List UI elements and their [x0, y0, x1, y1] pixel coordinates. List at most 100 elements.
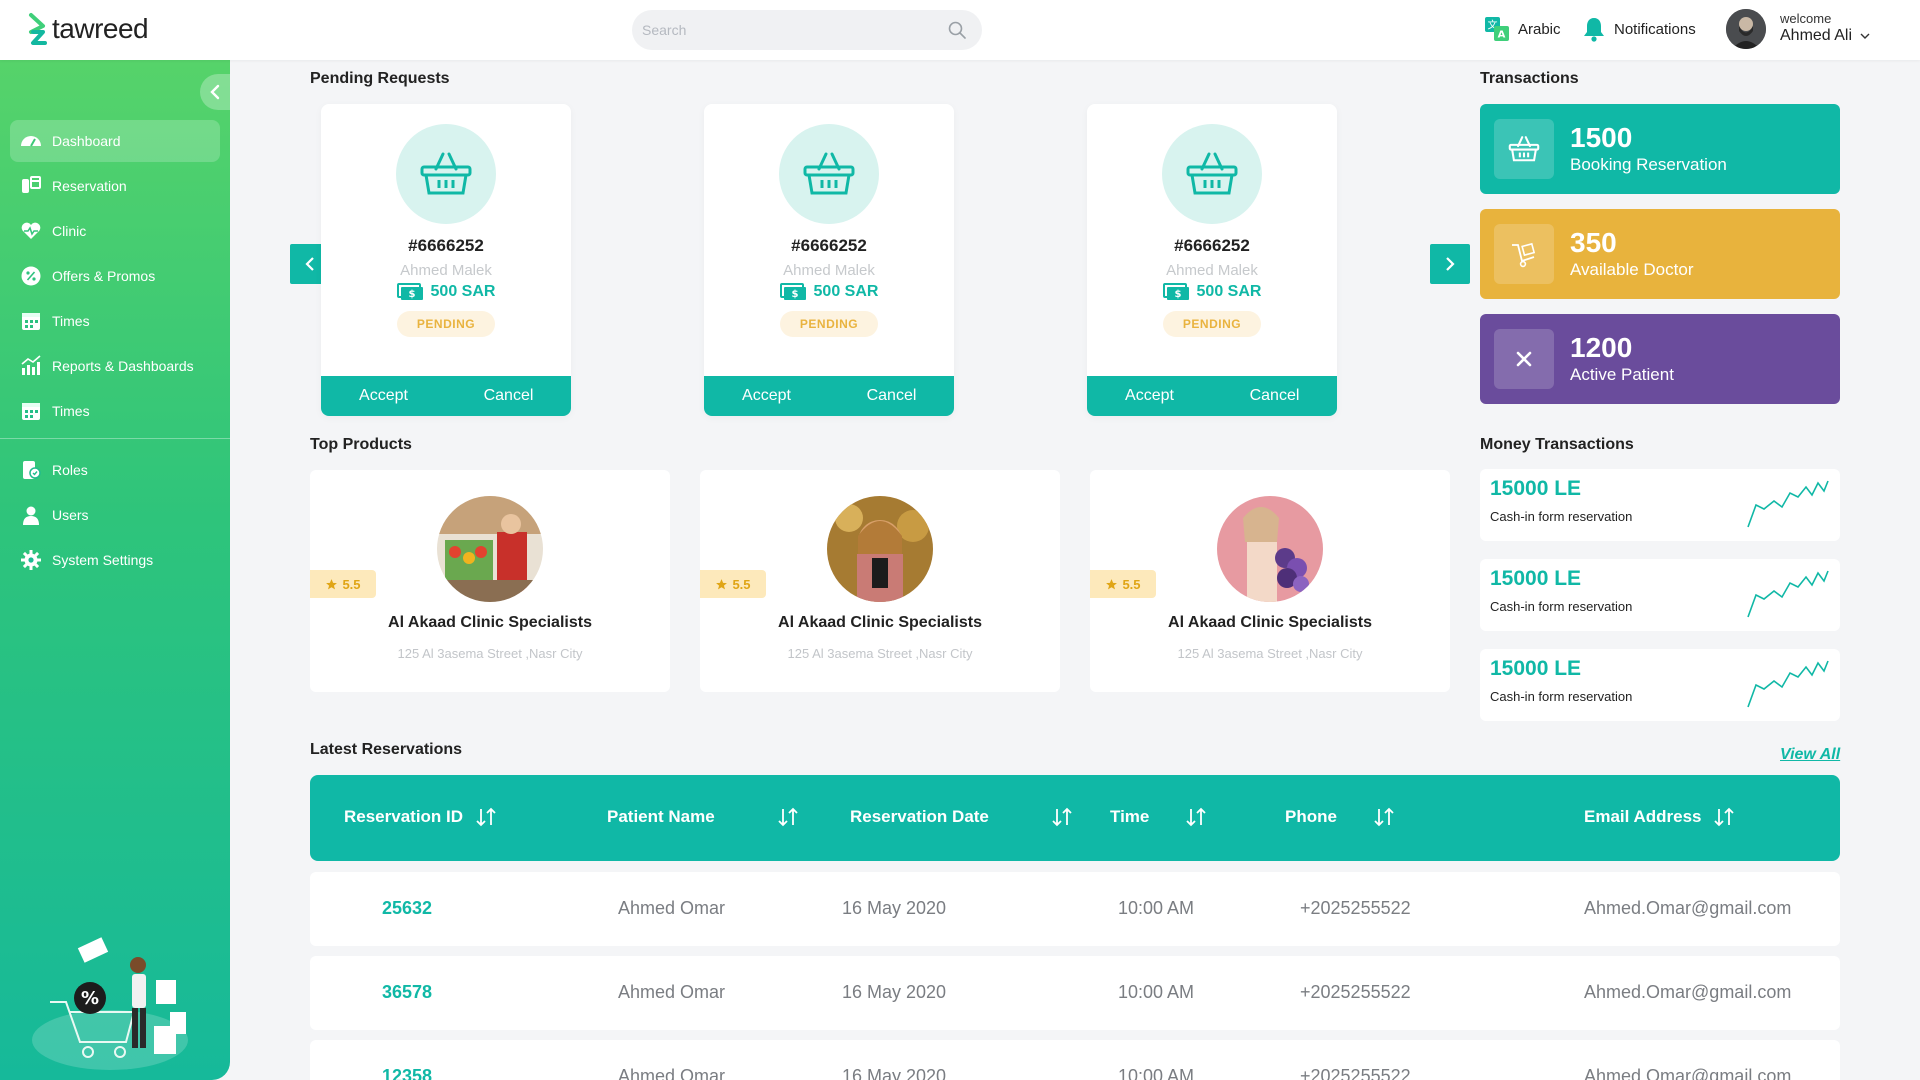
user-name: Ahmed Ali: [1780, 27, 1853, 45]
sidebar-collapse-button[interactable]: [200, 74, 230, 110]
accept-button[interactable]: Accept: [704, 376, 829, 416]
money-transaction-card[interactable]: 15000 LE Cash-in form reservation: [1480, 649, 1840, 721]
column-header-reservation-date[interactable]: Reservation Date: [850, 807, 1073, 827]
logo[interactable]: tawreed: [28, 12, 149, 46]
sidebar-item-label: Clinic: [52, 223, 87, 239]
roles-icon: [23, 461, 41, 479]
product-image: [827, 496, 933, 602]
product-address: 125 Al 3asema Street ,Nasr City: [787, 646, 973, 661]
column-header-phone[interactable]: Phone: [1285, 807, 1395, 827]
dashboard-icon: [21, 136, 41, 147]
accept-button[interactable]: Accept: [1087, 376, 1212, 416]
table-row[interactable]: 25632 Ahmed Omar 16 May 2020 10:00 AM +2…: [310, 872, 1840, 946]
pending-next-button[interactable]: [1430, 244, 1470, 284]
product-card[interactable]: 5.5 Al Akaad Clinic Specialists 125 Al 3…: [1090, 470, 1450, 692]
patient-name-cell: Ahmed Omar: [618, 898, 726, 918]
money-value: 15000 LE: [1490, 567, 1582, 590]
sidebar-item-label: Times: [52, 313, 90, 329]
column-header-reservation-id[interactable]: Reservation ID: [344, 807, 497, 827]
transaction-label: Active Patient: [1570, 365, 1674, 385]
logo-text: tawreed: [52, 13, 149, 44]
sidebar-item-clinic[interactable]: Clinic: [10, 210, 220, 252]
sort-icon: [1186, 807, 1207, 827]
sort-icon: [1714, 807, 1735, 827]
sidebar-item-offers[interactable]: Offers & Promos: [10, 255, 220, 297]
svg-text:$: $: [791, 289, 798, 300]
heart-pulse-icon: [21, 222, 41, 239]
request-id: #6666252: [1174, 236, 1250, 255]
sidebar-divider: [0, 438, 230, 439]
language-switch[interactable]: 文 A Arabic: [1484, 16, 1561, 42]
status-badge: PENDING: [1162, 311, 1262, 337]
product-name: Al Akaad Clinic Specialists: [778, 614, 982, 631]
notifications-button[interactable]: Notifications: [1582, 16, 1696, 42]
request-id: #6666252: [408, 236, 484, 255]
sidebar-item-reservation[interactable]: Reservation: [10, 165, 220, 207]
sidebar-item-label: Offers & Promos: [52, 268, 156, 284]
money-label: Cash-in form reservation: [1490, 689, 1633, 704]
money-label: Cash-in form reservation: [1490, 509, 1633, 524]
translate-icon: 文 A: [1485, 17, 1509, 41]
cancel-button[interactable]: Cancel: [1212, 376, 1337, 416]
column-header-patient-name[interactable]: Patient Name: [607, 807, 799, 827]
accept-button[interactable]: Accept: [321, 376, 446, 416]
chevron-down-icon[interactable]: [1860, 32, 1870, 40]
sidebar-item-label: Users: [52, 507, 89, 523]
cancel-button[interactable]: Cancel: [829, 376, 954, 416]
sort-icon: [1374, 807, 1394, 827]
sidebar-item-times[interactable]: Times: [10, 300, 220, 342]
transaction-value: 1500: [1570, 121, 1633, 153]
money-transaction-card[interactable]: 15000 LE Cash-in form reservation: [1480, 469, 1840, 541]
reservations-table-header: Reservation ID Patient Name Reservation …: [310, 775, 1840, 861]
sidebar-item-system-settings[interactable]: System Settings: [10, 539, 220, 581]
reservation-id-cell[interactable]: 12358: [382, 1066, 432, 1080]
view-all-link[interactable]: View All: [1780, 746, 1840, 764]
product-name: Al Akaad Clinic Specialists: [388, 614, 592, 631]
transaction-value: 1200: [1570, 331, 1633, 363]
transaction-card-patient[interactable]: 1200 Active Patient: [1480, 314, 1840, 404]
calendar-icon: [22, 313, 40, 330]
transactions-title: Transactions: [1480, 70, 1579, 87]
star-icon: [1106, 578, 1118, 589]
chevron-right-icon: [1446, 257, 1455, 271]
pending-requests-title: Pending Requests: [310, 70, 450, 87]
cash-icon: $: [779, 283, 806, 300]
request-name: Ahmed Malek: [400, 262, 492, 279]
sidebar-item-reports[interactable]: Reports & Dashboards: [10, 345, 220, 387]
money-transaction-card[interactable]: 15000 LE Cash-in form reservation: [1480, 559, 1840, 631]
user-icon: [23, 506, 39, 525]
request-name: Ahmed Malek: [783, 262, 875, 279]
transaction-card-doctor[interactable]: 350 Available Doctor: [1480, 209, 1840, 299]
table-row[interactable]: 12358 Ahmed Omar 16 May 2020 10:00 AM +2…: [310, 1040, 1840, 1080]
rating-badge: 5.5: [1090, 570, 1156, 598]
reservation-id-cell[interactable]: 25632: [382, 898, 432, 919]
column-header-time[interactable]: Time: [1110, 807, 1207, 827]
transaction-card-booking[interactable]: 1500 Booking Reservation: [1480, 104, 1840, 194]
table-row[interactable]: 36578 Ahmed Omar 16 May 2020 10:00 AM +2…: [310, 956, 1840, 1030]
avatar: [1726, 9, 1766, 49]
cancel-button[interactable]: Cancel: [446, 376, 571, 416]
status-badge: PENDING: [779, 311, 879, 337]
product-card[interactable]: 5.5 Al Akaad Clinic Specialists 125 Al 3…: [700, 470, 1060, 692]
pending-card: #6666252 Ahmed Malek $ 500 SAR PENDING A…: [704, 104, 954, 416]
search-input[interactable]: [632, 10, 922, 50]
user-menu[interactable]: welcome Ahmed Ali: [1726, 9, 1870, 49]
sidebar-item-times-2[interactable]: Times: [10, 390, 220, 432]
reservation-id-cell[interactable]: 36578: [382, 982, 432, 1003]
latest-reservations-title: Latest Reservations: [310, 741, 463, 758]
search-icon[interactable]: [948, 21, 966, 39]
money-transactions-title: Money Transactions: [1480, 436, 1634, 453]
search-box: [632, 10, 982, 50]
sidebar-item-label: System Settings: [52, 552, 154, 568]
column-header-email-address[interactable]: Email Address: [1584, 807, 1735, 827]
sidebar-item-roles[interactable]: Roles: [10, 449, 220, 491]
notifications-label: Notifications: [1614, 20, 1696, 38]
product-image: [437, 496, 543, 602]
cash-icon: $: [1162, 283, 1189, 300]
star-icon: [326, 578, 338, 589]
product-card[interactable]: 5.5 Al Akaad Clinic Specialists 125 Al 3…: [310, 470, 670, 692]
money-label: Cash-in form reservation: [1490, 599, 1633, 614]
sidebar-item-users[interactable]: Users: [10, 494, 220, 536]
sidebar-item-dashboard[interactable]: Dashboard: [10, 120, 220, 162]
logo-mark-icon: [29, 13, 47, 45]
